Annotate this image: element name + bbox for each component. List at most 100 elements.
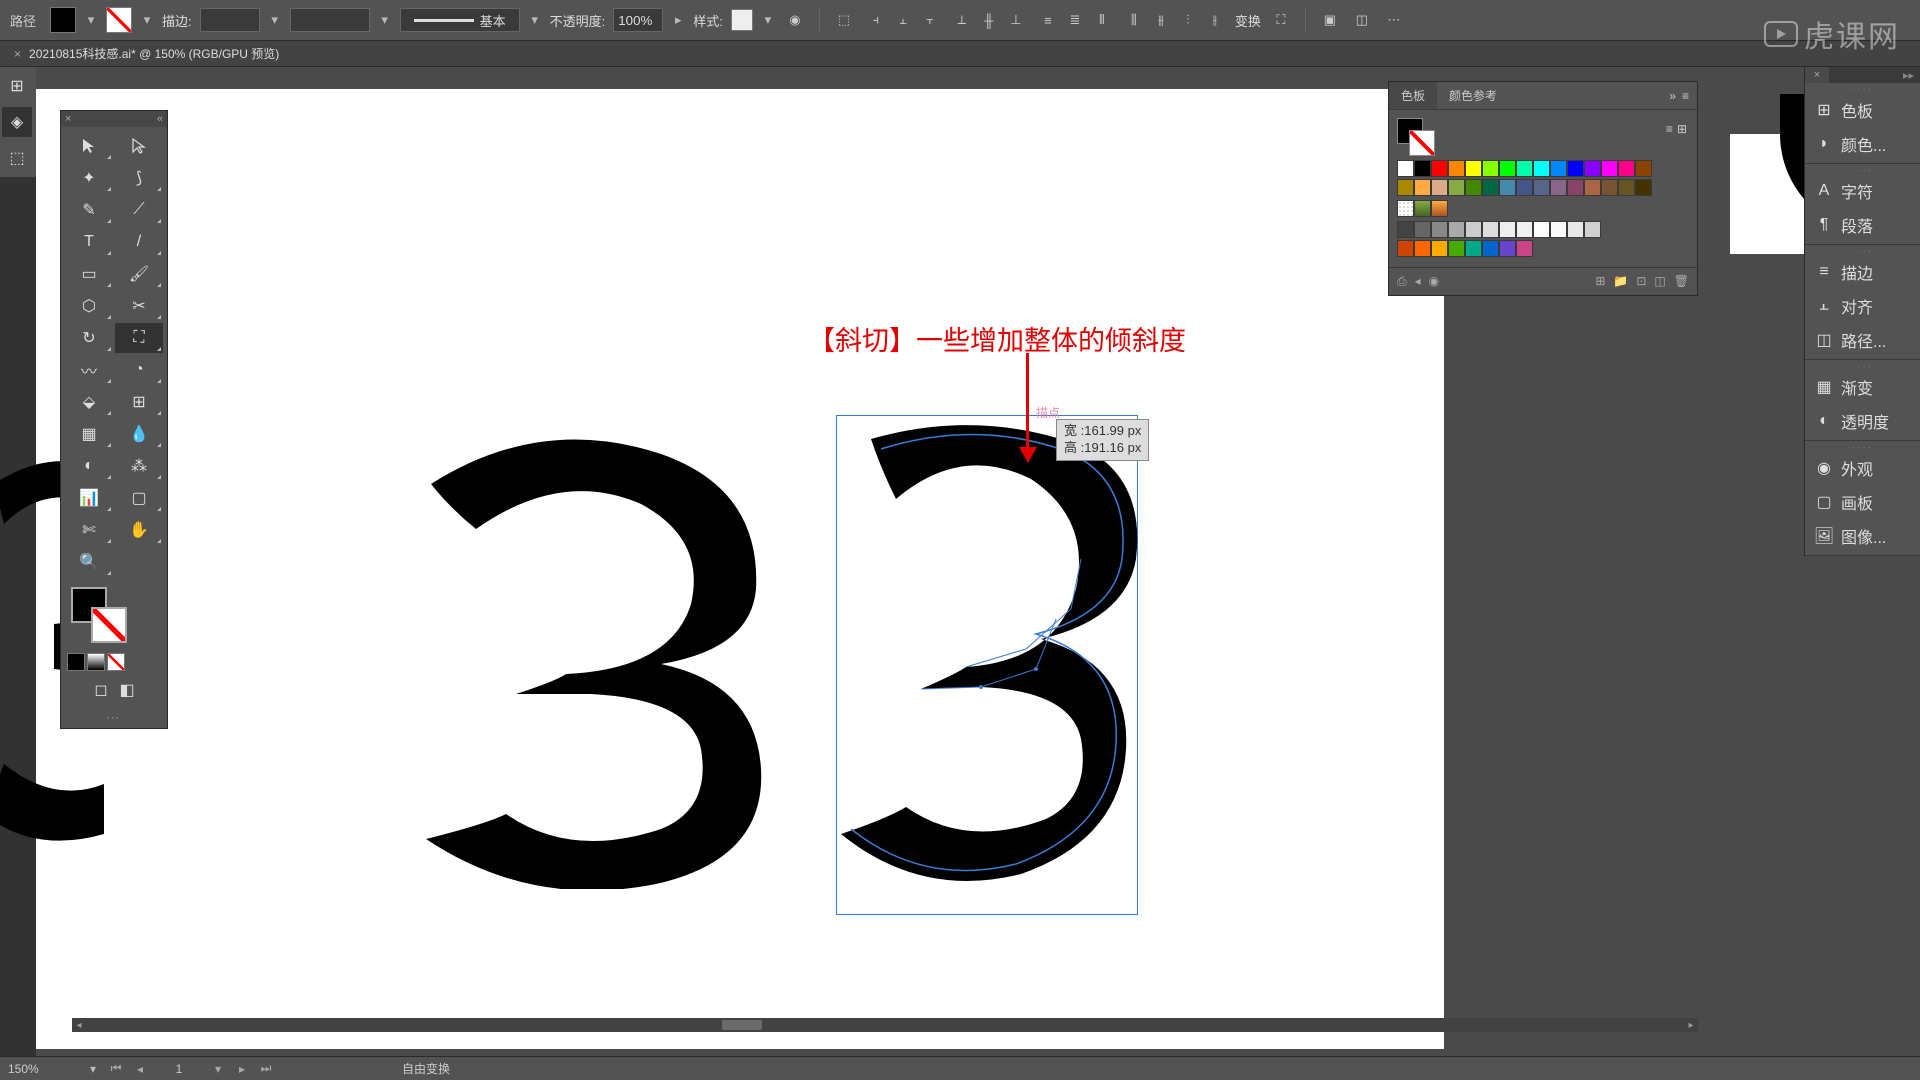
transform-icon[interactable]: ⛶ <box>1269 8 1293 32</box>
delete-swatch-icon[interactable]: 🗑 <box>1674 274 1689 289</box>
symbol-sprayer-tool[interactable]: ⁂ <box>115 451 163 481</box>
gradient-tool[interactable]: ▦ <box>65 419 113 449</box>
dist-5-icon[interactable]: ⫵ <box>1149 8 1173 32</box>
brush-preview[interactable]: 基本 <box>400 8 520 32</box>
dock-handle[interactable] <box>1805 443 1920 451</box>
brush-dd[interactable]: ▾ <box>528 12 542 28</box>
panel-collapse-icon[interactable]: » <box>1669 89 1676 103</box>
swatch-color[interactable] <box>1465 179 1482 196</box>
swatch-color[interactable] <box>1448 240 1465 257</box>
hand-tool[interactable]: ✋ <box>115 515 163 545</box>
dock-transparency[interactable]: ◐透明度 <box>1805 404 1920 438</box>
swatch-color[interactable] <box>1397 179 1414 196</box>
dock-appearance[interactable]: ◉外观 <box>1805 451 1920 485</box>
last-artboard-icon[interactable]: ⏭ <box>258 1061 274 1077</box>
swatch-color[interactable] <box>1584 160 1601 177</box>
blend-tool[interactable]: ◐ <box>65 451 113 481</box>
swatch-color[interactable] <box>1397 221 1414 238</box>
zoom-tool[interactable]: 🔍 <box>65 547 113 577</box>
dist-3-icon[interactable]: ⫴ <box>1090 8 1114 32</box>
document-tab[interactable]: × 20210815科技感.ai* @ 150% (RGB/GPU 预览) <box>0 41 293 66</box>
selection-tool[interactable] <box>65 131 113 161</box>
swatch-color[interactable] <box>1448 179 1465 196</box>
stroke-dropdown[interactable]: ▾ <box>140 12 154 28</box>
dock-handle[interactable] <box>1805 247 1920 255</box>
narrow-properties-icon[interactable]: ⊞ <box>2 71 32 101</box>
curvature-tool[interactable]: ⟋ <box>115 195 163 225</box>
artboard[interactable]: 【斜切】一些增加整体的倾斜度 描点 宽 :161.99 px 高 :191.16… <box>36 89 1444 1049</box>
perspective-tool[interactable]: ⬙ <box>65 387 113 417</box>
direct-selection-tool[interactable] <box>115 131 163 161</box>
align-bottom-icon[interactable]: ⊥ <box>1004 8 1028 32</box>
dock-handle[interactable] <box>1805 166 1920 174</box>
dist-4-icon[interactable]: ⫼ <box>1122 8 1146 32</box>
shape-builder-tool[interactable]: ◔ <box>115 355 163 385</box>
edit-swatch-icon[interactable]: ◫ <box>1654 274 1665 289</box>
swatch-color[interactable] <box>1499 160 1516 177</box>
align-top-icon[interactable]: ⟂ <box>950 8 974 32</box>
list-view-icon[interactable]: ≡ <box>1666 122 1673 136</box>
swatch-color[interactable] <box>1618 160 1635 177</box>
zoom-dd[interactable]: ▾ <box>86 1062 100 1076</box>
swatch-color[interactable] <box>1601 179 1618 196</box>
swatch-color[interactable] <box>1601 160 1618 177</box>
crop-icon[interactable]: ⬚ <box>832 8 856 32</box>
swatch-color[interactable] <box>1635 179 1652 196</box>
swatch-color[interactable] <box>1533 160 1550 177</box>
profile-dd[interactable]: ▾ <box>378 12 392 28</box>
align-hcenter-icon[interactable]: ⫠ <box>891 8 915 32</box>
swatch-color[interactable] <box>1482 160 1499 177</box>
libraries-icon[interactable]: ⎙ <box>1397 274 1407 289</box>
prev-artboard-icon[interactable]: ◂ <box>132 1061 148 1077</box>
panel-menu-icon[interactable]: ≡ <box>1682 89 1689 103</box>
tab-close-icon[interactable]: × <box>14 47 21 61</box>
dock-color[interactable]: ◗颜色... <box>1805 127 1920 161</box>
dock-image[interactable]: 🖼图像... <box>1805 519 1920 553</box>
swatch-color[interactable] <box>1499 179 1516 196</box>
draw-behind-icon[interactable]: ◧ <box>116 679 138 701</box>
swatch-options-icon[interactable]: ◉ <box>1429 274 1439 289</box>
artboard-dd-icon[interactable]: ▾ <box>210 1061 226 1077</box>
swatch-color[interactable] <box>1431 240 1448 257</box>
swatch-color[interactable] <box>1414 221 1431 238</box>
current-stroke[interactable] <box>1409 130 1435 156</box>
swatch-color[interactable] <box>1431 179 1448 196</box>
profile-input[interactable] <box>290 8 370 32</box>
grid-view-icon[interactable]: ⊞ <box>1677 122 1687 136</box>
isolate-icon[interactable]: ▣ <box>1318 8 1342 32</box>
swatch-color[interactable] <box>1550 179 1567 196</box>
opacity-dd[interactable]: ▸ <box>671 12 685 28</box>
next-artboard-icon[interactable]: ▸ <box>234 1061 250 1077</box>
swatch-color[interactable] <box>1516 160 1533 177</box>
mesh-tool[interactable]: ⊞ <box>115 387 163 417</box>
swatch-color[interactable] <box>1618 179 1635 196</box>
swatch-pattern[interactable] <box>1397 200 1414 217</box>
eraser-tool[interactable]: ✂ <box>115 291 163 321</box>
swatch-color[interactable] <box>1397 160 1414 177</box>
dist-7-icon[interactable]: ⫲ <box>1203 8 1227 32</box>
paintbrush-tool[interactable]: 🖌 <box>115 259 163 289</box>
swatch-color[interactable] <box>1550 221 1567 238</box>
swatch-color[interactable] <box>1584 179 1601 196</box>
swatch-color[interactable] <box>1635 160 1652 177</box>
new-swatch-icon[interactable]: ⊡ <box>1636 274 1646 289</box>
dock-expand-icon[interactable]: ▸▸ <box>1903 69 1920 82</box>
shaper-tool[interactable]: ⬡ <box>65 291 113 321</box>
dock-artboards[interactable]: ▢画板 <box>1805 485 1920 519</box>
show-kinds-icon[interactable]: ◂ <box>1415 274 1421 289</box>
swatch-color[interactable] <box>1397 240 1414 257</box>
swatch-color[interactable] <box>1516 179 1533 196</box>
scroll-right-icon[interactable]: ▸ <box>1684 1018 1698 1032</box>
horizontal-scrollbar[interactable]: ◂ ▸ <box>72 1018 1698 1032</box>
swatch-color[interactable] <box>1465 160 1482 177</box>
column-graph-tool[interactable]: 📊 <box>65 483 113 513</box>
swatch-color[interactable] <box>1584 221 1601 238</box>
scroll-thumb[interactable] <box>722 1020 762 1030</box>
tools-edit-icon[interactable]: ⋯ <box>61 707 167 728</box>
swatch-color[interactable] <box>1482 179 1499 196</box>
lasso-tool[interactable]: ⟆ <box>115 163 163 193</box>
width-tool[interactable]: 〰 <box>65 355 113 385</box>
color-none-icon[interactable] <box>107 653 125 671</box>
draw-normal-icon[interactable]: ◻ <box>90 679 112 701</box>
free-transform-tool[interactable]: ⛶ <box>115 323 163 353</box>
